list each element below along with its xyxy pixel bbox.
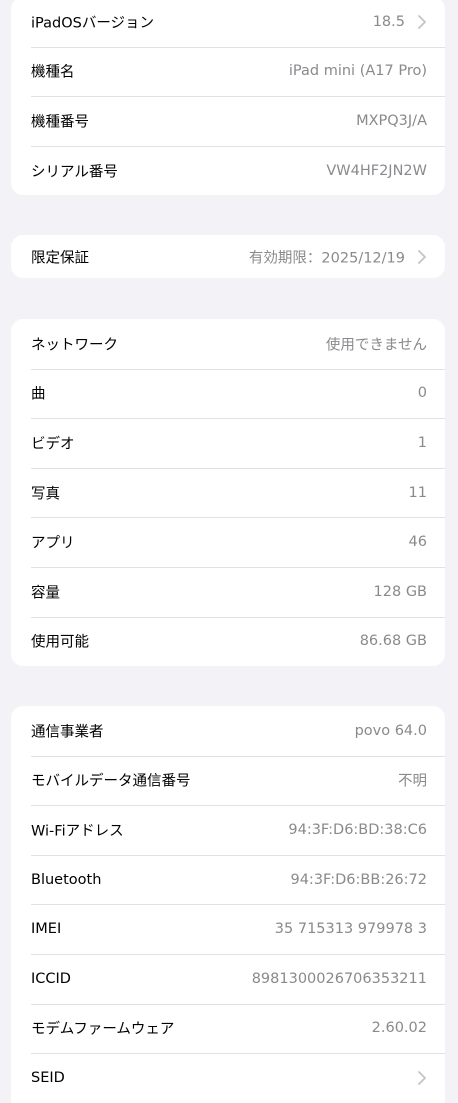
row-label: 機種番号 [31, 114, 89, 131]
row-network: ネットワーク 使用できません [11, 319, 445, 369]
row-label: ビデオ [31, 436, 75, 453]
row-iccid: ICCID 8981300026706353211 [11, 953, 445, 1004]
row-label: モバイルデータ通信番号 [31, 773, 191, 790]
row-value: 11 [408, 484, 427, 501]
chevron-right-icon [417, 14, 427, 30]
row-label: 曲 [31, 386, 46, 403]
row-model-number[interactable]: 機種番号 MXPQ3J/A [11, 96, 445, 146]
row-videos: ビデオ 1 [11, 418, 445, 468]
row-value: povo 64.0 [354, 722, 427, 739]
row-value: 0 [417, 385, 427, 402]
row-value: MXPQ3J/A [356, 112, 427, 129]
row-value: 94:3F:D6:BD:38:C6 [288, 821, 427, 838]
row-label: 限定保証 [31, 250, 89, 266]
row-label: iPadOSバージョン [31, 15, 155, 32]
row-value: 使用できません [325, 337, 427, 354]
chevron-right-icon [417, 1070, 427, 1086]
row-value: 128 GB [373, 583, 427, 600]
row-apps: アプリ 46 [11, 517, 445, 567]
row-value: 2.60.02 [371, 1020, 427, 1037]
row-label: SEID [31, 1069, 65, 1086]
row-label: アプリ [31, 535, 75, 552]
row-available: 使用可能 86.68 GB [11, 616, 445, 667]
row-capacity: 容量 128 GB [11, 566, 445, 617]
device-info-group: iPadOSバージョン 18.5 機種名 iPad mini (A17 Pro)… [11, 0, 445, 196]
row-label: 通信事業者 [31, 724, 104, 741]
row-label: 使用可能 [31, 634, 89, 651]
row-label: 写真 [31, 486, 60, 503]
row-label: 容量 [31, 585, 60, 602]
row-value: 1 [417, 434, 427, 451]
row-value: 不明 [398, 773, 427, 790]
row-ipados-version[interactable]: iPadOSバージョン 18.5 [11, 0, 445, 47]
row-value: 8981300026706353211 [251, 970, 427, 987]
row-label: ICCID [31, 970, 71, 987]
row-label: ネットワーク [31, 337, 118, 354]
row-value: iPad mini (A17 Pro) [288, 63, 427, 80]
row-label: シリアル番号 [31, 164, 118, 181]
row-value: 有効期限：2025/12/19 [248, 250, 405, 266]
row-label: IMEI [31, 921, 62, 938]
row-wifi-address: Wi-Fiアドレス 94:3F:D6:BD:38:C6 [11, 805, 445, 855]
row-mobile-data-number: モバイルデータ通信番号 不明 [11, 755, 445, 806]
row-limited-warranty[interactable]: 限定保証 有効期限：2025/12/19 [11, 235, 445, 278]
row-serial-number: シリアル番号 VW4HF2JN2W [11, 145, 445, 196]
row-value: 94:3F:D6:BB:26:72 [290, 871, 427, 888]
row-seid[interactable]: SEID [11, 1053, 445, 1103]
row-label: Bluetooth [31, 871, 102, 888]
row-label: Wi-Fiアドレス [31, 823, 124, 840]
network-identifiers-group: 通信事業者 povo 64.0 モバイルデータ通信番号 不明 Wi-Fiアドレス… [11, 706, 445, 1103]
row-modem-firmware: モデムファームウェア 2.60.02 [11, 1003, 445, 1054]
row-value: 86.68 GB [359, 633, 427, 650]
row-value: 46 [408, 534, 427, 551]
row-carrier: 通信事業者 povo 64.0 [11, 706, 445, 756]
row-value: 18.5 [372, 13, 405, 30]
row-bluetooth: Bluetooth 94:3F:D6:BB:26:72 [11, 854, 445, 905]
row-value: 35 715313 979978 3 [274, 921, 427, 938]
row-model-name: 機種名 iPad mini (A17 Pro) [11, 46, 445, 97]
row-label: 機種名 [31, 64, 75, 81]
row-imei: IMEI 35 715313 979978 3 [11, 904, 445, 954]
warranty-group: 限定保証 有効期限：2025/12/19 [11, 235, 445, 278]
row-songs: 曲 0 [11, 368, 445, 419]
row-photos: 写真 11 [11, 467, 445, 518]
media-storage-group: ネットワーク 使用できません 曲 0 ビデオ 1 写真 11 アプリ 46 容量… [11, 319, 445, 667]
chevron-right-icon [417, 249, 427, 265]
row-label: モデムファームウェア [31, 1021, 175, 1038]
row-value: VW4HF2JN2W [326, 162, 427, 179]
